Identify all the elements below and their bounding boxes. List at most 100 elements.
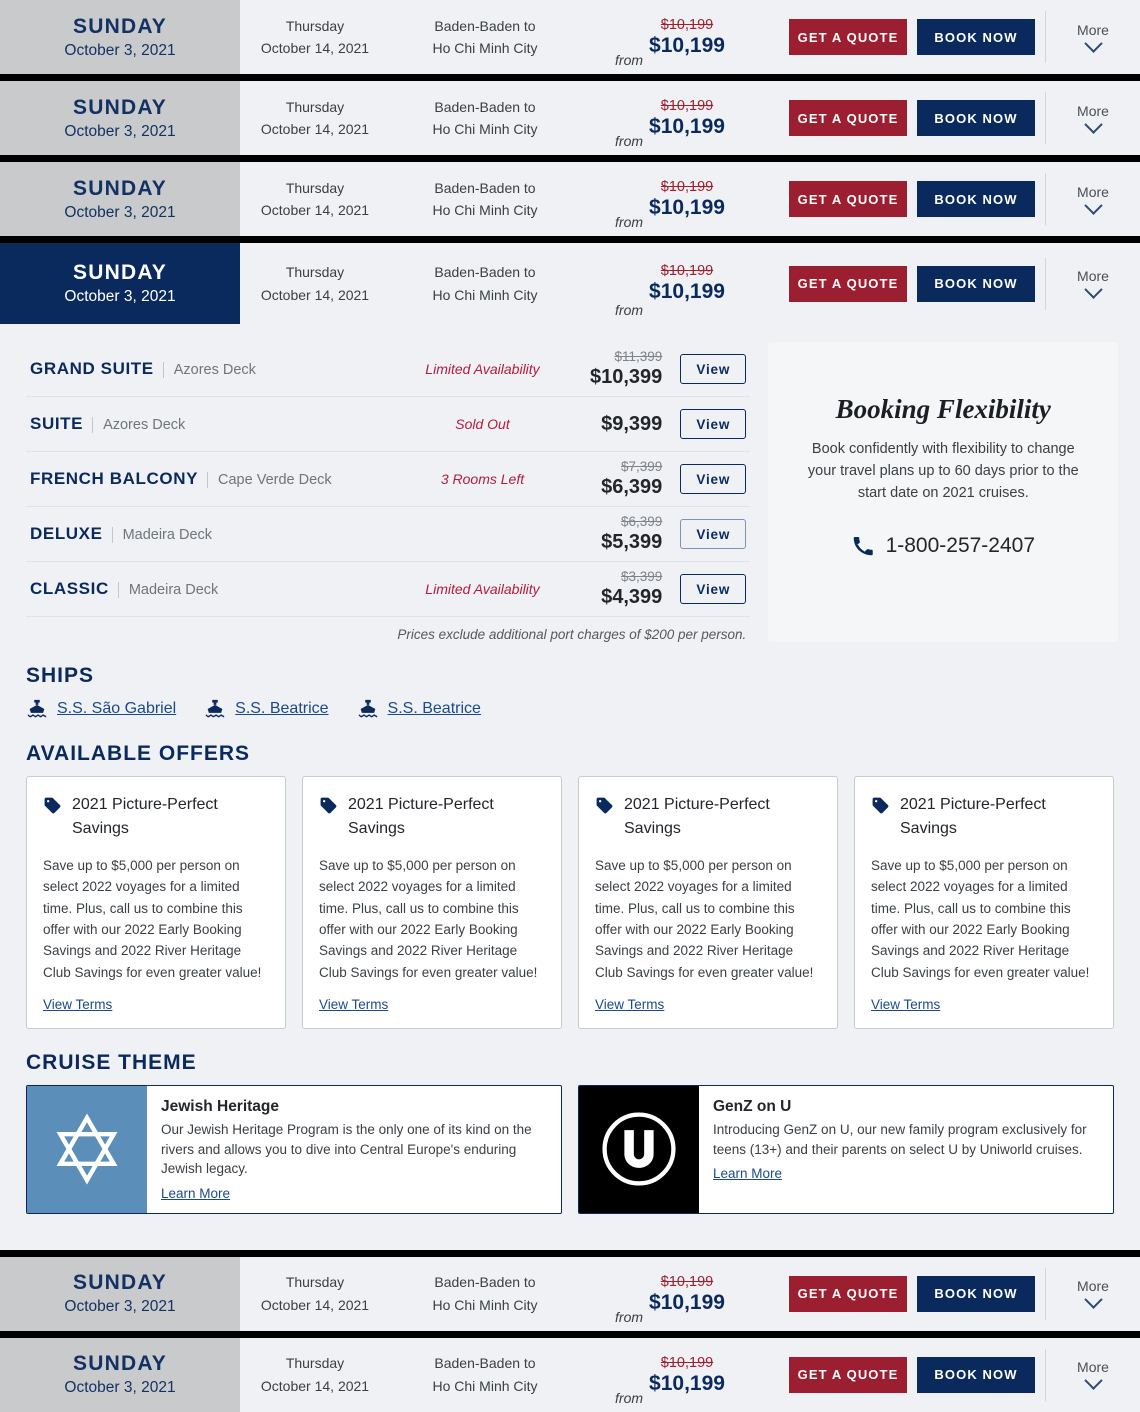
cruise-start-date-block[interactable]: SUNDAY October 3, 2021 bbox=[0, 243, 240, 324]
cabin-view-button[interactable]: View bbox=[680, 354, 747, 384]
cabin-price-block: $11,399 $10,399 bbox=[590, 349, 680, 389]
cruise-end-dayofweek: Thursday bbox=[285, 179, 345, 196]
cruise-price-block: from $10,199 $10,199 bbox=[580, 1257, 760, 1331]
cruise-start-date: October 3, 2021 bbox=[64, 122, 176, 140]
cruise-row-actions: Get a Quote Book Now bbox=[760, 162, 1045, 236]
cabin-category-name: Deluxe bbox=[30, 524, 103, 543]
more-toggle[interactable]: More bbox=[1045, 1267, 1140, 1320]
available-offers-heading: Available Offers bbox=[26, 742, 251, 765]
tag-icon bbox=[320, 797, 337, 814]
cabin-price-block: $7,399 $6,399 bbox=[590, 459, 680, 499]
view-terms-link[interactable]: View Terms bbox=[319, 983, 543, 1012]
cruise-route-origin: Baden-Baden to bbox=[434, 264, 536, 281]
cruise-result-row: SUNDAY October 3, 2021 Thursday October 14,… bbox=[0, 1337, 1140, 1412]
book-now-button[interactable]: Book Now bbox=[917, 1356, 1035, 1393]
cruise-route-block: Baden-Baden to Ho Chi Minh City bbox=[390, 1338, 580, 1412]
more-toggle[interactable]: More bbox=[1045, 257, 1140, 310]
cabin-view-button[interactable]: View bbox=[680, 464, 747, 494]
offer-title: 2021 Picture-Perfect Savings bbox=[624, 796, 770, 837]
cruise-start-date-block[interactable]: SUNDAY October 3, 2021 bbox=[0, 1337, 240, 1412]
cabin-view-button[interactable]: View bbox=[680, 574, 747, 604]
offer-description: Save up to $5,000 per person on select 2… bbox=[319, 858, 538, 980]
cruise-row-actions: Get a Quote Book Now bbox=[760, 0, 1045, 74]
ship-name-link[interactable]: S.S. Beatrice bbox=[388, 700, 481, 718]
book-now-button[interactable]: Book Now bbox=[917, 19, 1035, 55]
phone-number-row[interactable]: 1-800-257-2407 bbox=[796, 534, 1090, 558]
theme-learn-more-link[interactable]: Learn More bbox=[161, 1186, 230, 1201]
price-current: $10,199 bbox=[649, 1290, 725, 1314]
theme-description: Introducing GenZ on U, our new family pr… bbox=[713, 1121, 1087, 1157]
cruise-result-row: SUNDAY October 3, 2021 Thursday October 14,… bbox=[0, 0, 1140, 74]
cabin-price-original: $3,399 bbox=[621, 568, 663, 584]
get-a-quote-button[interactable]: Get a Quote bbox=[789, 1275, 907, 1312]
get-a-quote-button[interactable]: Get a Quote bbox=[789, 181, 907, 217]
themes-list: Jewish Heritage Our Jewish Heritage Progr… bbox=[26, 1084, 1114, 1214]
offer-card: 2021 Picture-Perfect Savings Save up to $… bbox=[26, 776, 286, 1029]
cruise-start-date-block[interactable]: SUNDAY October 3, 2021 bbox=[0, 81, 240, 155]
book-now-button[interactable]: Book Now bbox=[917, 181, 1035, 217]
ship-name-link[interactable]: S.S. Beatrice bbox=[235, 700, 328, 718]
offer-description: Save up to $5,000 per person on select 2… bbox=[43, 858, 262, 980]
price-values: $10,199 $10,199 bbox=[649, 1354, 725, 1396]
more-toggle[interactable]: More bbox=[1045, 92, 1140, 144]
cabin-availability-status: Sold Out bbox=[455, 416, 510, 432]
cruise-route-origin: Baden-Baden to bbox=[434, 98, 536, 115]
cabin-view-button[interactable]: View bbox=[680, 409, 747, 439]
get-a-quote-button[interactable]: Get a Quote bbox=[789, 1356, 907, 1393]
more-toggle[interactable]: More bbox=[1045, 173, 1140, 225]
price-current: $10,199 bbox=[649, 33, 725, 57]
cruise-route-destination: Ho Chi Minh City bbox=[432, 286, 538, 303]
cabin-row: Suite Azores Deck Sold Out $9,399 View bbox=[26, 397, 751, 452]
cruise-result-row: SUNDAY October 3, 2021 Thursday October 14,… bbox=[0, 1256, 1140, 1331]
cabin-price-original: $7,399 bbox=[621, 458, 663, 474]
book-now-button[interactable]: Book Now bbox=[917, 1275, 1035, 1312]
price-values: $10,199 $10,199 bbox=[649, 16, 725, 58]
cruise-results-list-bottom: SUNDAY October 3, 2021 Thursday October 14,… bbox=[0, 1249, 1140, 1412]
cruise-end-date: October 14, 2021 bbox=[260, 121, 370, 137]
offer-header: 2021 Picture-Perfect Savings bbox=[43, 793, 267, 841]
row-separator bbox=[0, 155, 1140, 162]
get-a-quote-button[interactable]: Get a Quote bbox=[789, 100, 907, 136]
cruise-theme-heading: Cruise Theme bbox=[26, 1050, 197, 1074]
cabin-deck-name: Azores Deck bbox=[92, 417, 185, 433]
cabin-view-button[interactable]: View bbox=[680, 519, 747, 549]
price-current: $10,199 bbox=[649, 195, 725, 219]
view-terms-link[interactable]: View Terms bbox=[595, 983, 819, 1012]
cabin-row: French Balcony Cape Verde Deck 3 Rooms Lef… bbox=[26, 452, 751, 507]
cruise-start-date-block[interactable]: SUNDAY October 3, 2021 bbox=[0, 0, 240, 74]
cruise-route-block: Baden-Baden to Ho Chi Minh City bbox=[390, 1257, 580, 1331]
ship-name-link[interactable]: S.S. São Gabriel bbox=[57, 700, 176, 718]
detail-bottom-spacer bbox=[0, 1227, 1140, 1250]
offer-title: 2021 Picture-Perfect Savings bbox=[900, 796, 1046, 837]
cruise-end-dayofweek: Thursday bbox=[285, 17, 345, 34]
cruise-detail-panel: Grand Suite Azores Deck Limited Availabili… bbox=[0, 324, 1140, 1228]
book-now-button[interactable]: Book Now bbox=[917, 265, 1035, 302]
star-of-david-icon bbox=[56, 1113, 118, 1185]
cruise-route-destination: Ho Chi Minh City bbox=[432, 121, 538, 137]
cruise-route-origin: Baden-Baden to bbox=[434, 179, 536, 196]
cruise-start-date-block[interactable]: SUNDAY October 3, 2021 bbox=[0, 162, 240, 236]
cabin-row: Classic Madeira Deck Limited Availability $… bbox=[26, 562, 751, 617]
cruise-result-row: SUNDAY October 3, 2021 Thursday October 14,… bbox=[0, 81, 1140, 155]
cruise-results-list: SUNDAY October 3, 2021 Thursday October 14,… bbox=[0, 0, 1140, 324]
theme-description: Our Jewish Heritage Program is the only … bbox=[161, 1121, 532, 1177]
get-a-quote-button[interactable]: Get a Quote bbox=[789, 19, 907, 55]
theme-body: Jewish Heritage Our Jewish Heritage Progr… bbox=[147, 1086, 561, 1213]
theme-card: GenZ on U Introducing GenZ on U, our new … bbox=[578, 1084, 1114, 1214]
port-charges-note: Prices exclude additional port charges o… bbox=[397, 627, 747, 642]
ship-entry: S.S. Beatrice bbox=[357, 698, 481, 720]
more-toggle[interactable]: More bbox=[1045, 1348, 1140, 1401]
cruise-start-dayofweek: SUNDAY bbox=[73, 1271, 167, 1295]
get-a-quote-button[interactable]: Get a Quote bbox=[789, 265, 907, 302]
theme-learn-more-link[interactable]: Learn More bbox=[713, 1166, 782, 1181]
more-toggle[interactable]: More bbox=[1045, 11, 1140, 63]
view-terms-link[interactable]: View Terms bbox=[43, 983, 267, 1012]
cruise-route-block: Baden-Baden to Ho Chi Minh City bbox=[390, 162, 580, 236]
cruise-route-block: Baden-Baden to Ho Chi Minh City bbox=[390, 243, 580, 324]
cruise-start-date-block[interactable]: SUNDAY October 3, 2021 bbox=[0, 1256, 240, 1331]
view-terms-link[interactable]: View Terms bbox=[871, 983, 1095, 1012]
cruise-end-date: October 14, 2021 bbox=[260, 286, 370, 303]
book-now-button[interactable]: Book Now bbox=[917, 100, 1035, 136]
cruise-end-dayofweek: Thursday bbox=[285, 1355, 345, 1372]
cruise-route-origin: Baden-Baden to bbox=[434, 1355, 536, 1372]
